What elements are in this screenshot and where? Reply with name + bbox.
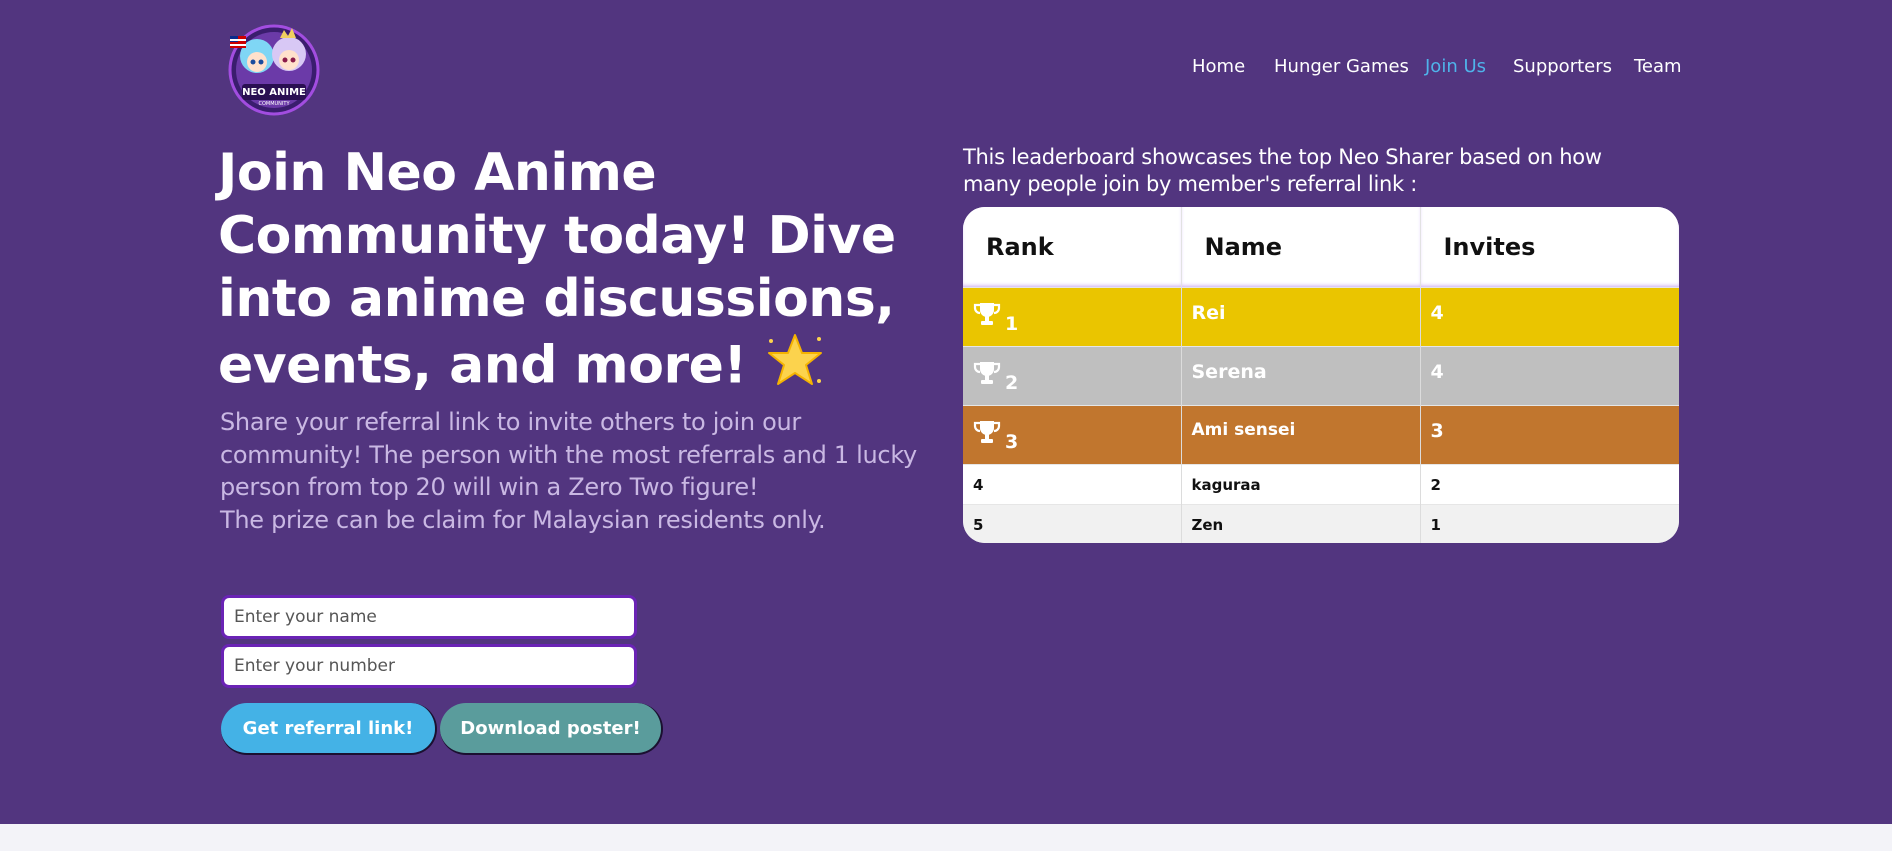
name-cell: Zen bbox=[1181, 504, 1421, 543]
get-referral-link-button[interactable]: Get referral link! bbox=[221, 703, 437, 755]
rank-value: 2 bbox=[1005, 371, 1019, 394]
number-input[interactable] bbox=[221, 644, 637, 688]
invites-cell: 2 bbox=[1420, 464, 1679, 505]
rank-value: 1 bbox=[1005, 312, 1019, 335]
nav-team[interactable]: Team bbox=[1634, 56, 1682, 77]
nav-hunger-games[interactable]: Hunger Games bbox=[1274, 56, 1409, 77]
invites-cell: 4 bbox=[1420, 287, 1679, 347]
table-header-row: Rank Name Invites bbox=[963, 207, 1679, 288]
name-cell: Rei bbox=[1181, 287, 1421, 347]
table-row: 1 Rei 4 bbox=[963, 287, 1679, 347]
table-row: 5 Zen 1 bbox=[963, 504, 1679, 543]
invites-cell: 1 bbox=[1420, 504, 1679, 543]
table-row: 4 kaguraa 2 bbox=[963, 464, 1679, 505]
invites-cell: 3 bbox=[1420, 405, 1679, 465]
invites-cell: 4 bbox=[1420, 346, 1679, 406]
rank-value: 3 bbox=[1005, 430, 1019, 453]
rank-cell: 1 bbox=[963, 287, 1182, 347]
referral-description-line2: The prize can be claim for Malaysian res… bbox=[220, 505, 826, 534]
name-cell: Serena bbox=[1181, 346, 1421, 406]
trophy-icon bbox=[973, 359, 1001, 392]
glowing-star-icon bbox=[765, 331, 825, 406]
page-title: Join Neo Anime Community today! Dive int… bbox=[218, 142, 938, 406]
referral-description: Share your referral link to invite other… bbox=[220, 406, 940, 536]
nav-supporters[interactable]: Supporters bbox=[1513, 56, 1612, 77]
header-rank: Rank bbox=[963, 207, 1182, 288]
logo-text: NEO ANIME bbox=[242, 87, 306, 98]
name-cell: Ami sensei bbox=[1181, 405, 1421, 465]
table-row: 2 Serena 4 bbox=[963, 346, 1679, 406]
rank-cell: 2 bbox=[963, 346, 1182, 406]
logo-subtext: COMMUNITY bbox=[258, 101, 290, 107]
table-row: 3 Ami sensei 3 bbox=[963, 405, 1679, 465]
leaderboard-table: Rank Name Invites 1 Rei 4 2 Serena 4 3 A… bbox=[963, 207, 1679, 543]
hero-section: NEO ANIME COMMUNITY Home Hunger Games Jo… bbox=[0, 0, 1892, 824]
rank-cell: 5 bbox=[963, 504, 1182, 543]
download-poster-button[interactable]: Download poster! bbox=[440, 703, 663, 755]
trophy-icon bbox=[973, 300, 1001, 333]
name-input[interactable] bbox=[221, 595, 637, 639]
leaderboard-intro: This leaderboard showcases the top Neo S… bbox=[963, 145, 1602, 196]
rank-cell: 3 bbox=[963, 405, 1182, 465]
main-nav: Home Hunger Games Join Us Supporters Tea… bbox=[0, 56, 1892, 86]
name-cell: kaguraa bbox=[1181, 464, 1421, 505]
nav-home[interactable]: Home bbox=[1192, 56, 1245, 77]
header-invites: Invites bbox=[1420, 207, 1679, 288]
trophy-icon bbox=[973, 418, 1001, 451]
rank-cell: 4 bbox=[963, 464, 1182, 505]
referral-description-line1: Share your referral link to invite other… bbox=[220, 408, 917, 501]
nav-join-us[interactable]: Join Us bbox=[1425, 56, 1486, 77]
header-name: Name bbox=[1181, 207, 1421, 288]
